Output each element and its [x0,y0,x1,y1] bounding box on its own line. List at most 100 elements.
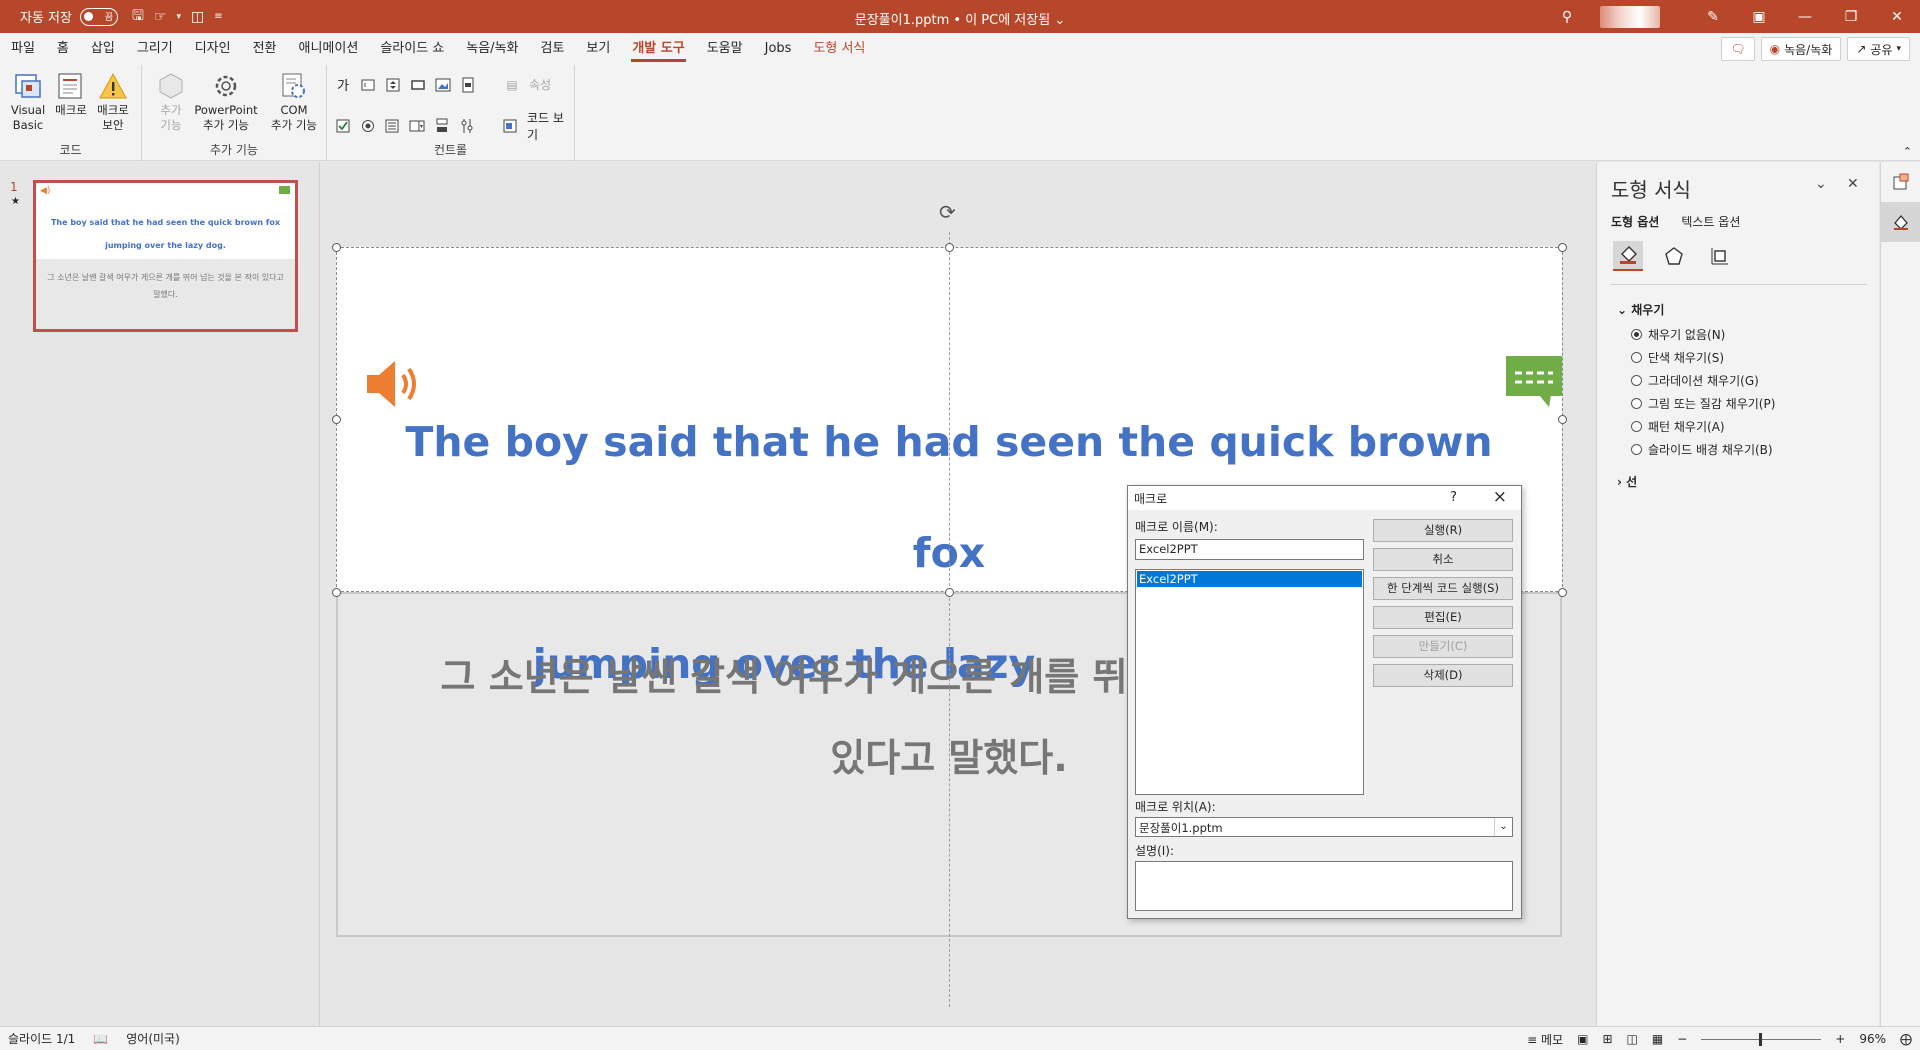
fill-option-slide-background[interactable]: 슬라이드 배경 채우기(B) [1631,441,1773,458]
slide-sorter-icon[interactable]: ⊞ [1602,1032,1612,1046]
scrollbar-control-icon[interactable] [460,77,476,93]
save-icon[interactable]: 🖫 [132,5,144,29]
addins-button[interactable]: 추가 기능 [147,69,195,133]
tab-transitions[interactable]: 전환 [242,33,288,65]
close-icon[interactable]: ✕ [1847,176,1859,192]
reading-view-icon[interactable]: ◫ [1627,1032,1638,1046]
language-indicator[interactable]: 영어(미국) [126,1030,180,1047]
account-avatar[interactable] [1600,5,1660,28]
tab-record[interactable]: 녹음/녹화 [455,33,529,65]
radio-control-icon[interactable] [360,118,376,134]
zoom-out-icon[interactable]: − [1677,1032,1687,1046]
fill-section-header[interactable]: ⌄ 채우기 [1617,301,1664,318]
checkbox-control-icon[interactable] [335,118,351,134]
chevron-down-icon[interactable]: ⌄ [1815,176,1827,192]
button-control-icon[interactable] [410,77,426,93]
autosave-toggle[interactable]: 끔 [79,7,118,26]
restore-icon[interactable]: ❐ [1828,9,1874,25]
resize-handle-bl[interactable] [332,588,341,597]
format-shape-icon[interactable] [1881,202,1920,242]
start-slideshow-icon[interactable]: ◫ [191,9,204,25]
fill-option-gradient[interactable]: 그라데이션 채우기(G) [1631,372,1759,389]
chevron-down-icon[interactable]: ▾ [176,12,181,22]
edit-button[interactable]: 편집(E) [1373,606,1513,629]
design-ideas-icon[interactable] [1881,162,1920,202]
collapse-ribbon-icon[interactable]: ⌃ [1903,145,1912,158]
resize-handle-tl[interactable] [332,243,341,252]
run-button[interactable]: 실행(R) [1373,519,1513,542]
view-code-button[interactable]: 코드 보기 [527,109,574,143]
tab-file[interactable]: 파일 [0,33,46,65]
macro-location-select[interactable]: 문장풀이1.pptm ⌄ [1135,817,1513,837]
tab-shape-format[interactable]: 도형 서식 [802,33,876,65]
macro-list-item[interactable]: Excel2PPT [1137,571,1362,587]
tab-insert[interactable]: 삽입 [80,33,126,65]
search-icon[interactable]: ⚲ [1544,9,1590,25]
zoom-slider[interactable] [1701,1032,1822,1046]
ribbon-display-icon[interactable]: ▣ [1736,9,1782,25]
tab-review[interactable]: 검토 [530,33,576,65]
tab-developer[interactable]: 개발 도구 [621,33,695,65]
create-button[interactable]: 만들기(C) [1373,635,1513,658]
fill-option-pattern[interactable]: 패턴 채우기(A) [1631,418,1725,435]
tab-draw[interactable]: 그리기 [126,33,184,65]
step-into-button[interactable]: 한 단계씩 코드 실행(S) [1373,577,1513,600]
normal-view-icon[interactable]: ▣ [1577,1032,1588,1046]
help-button[interactable]: ? [1450,490,1457,505]
resize-handle-tc[interactable] [945,243,954,252]
combobox-control-icon[interactable] [409,118,425,134]
record-button[interactable]: ◉ 녹음/녹화 [1760,37,1842,61]
zoom-level[interactable]: 96% [1859,1032,1886,1046]
share-button[interactable]: ↗ 공유 ▾ [1847,37,1910,61]
close-icon[interactable]: ✕ [1874,9,1920,25]
label-control-icon[interactable]: 가 [335,77,351,94]
macro-name-input[interactable]: Excel2PPT [1135,539,1364,560]
macro-list[interactable]: Excel2PPT [1135,569,1364,795]
spin-control-icon[interactable] [385,77,401,93]
comments-button[interactable]: 🗨 [1721,37,1755,61]
listbox-control-icon[interactable] [384,118,400,134]
textbox-control-icon[interactable] [360,77,376,93]
size-properties-icon[interactable] [1705,241,1735,271]
minimize-icon[interactable]: — [1782,9,1828,25]
line-section-header[interactable]: › 선 [1617,473,1637,490]
accessibility-icon[interactable]: 📖 [93,1032,108,1046]
fill-line-icon[interactable] [1613,241,1643,271]
image-control-icon[interactable] [435,77,451,93]
zoom-in-icon[interactable]: + [1835,1032,1845,1046]
tab-view[interactable]: 보기 [575,33,621,65]
description-field[interactable] [1135,861,1513,911]
pen-icon[interactable]: ✎ [1690,9,1736,25]
tab-design[interactable]: 디자인 [184,33,242,65]
effects-icon[interactable] [1659,241,1689,271]
properties-button[interactable]: 속성 [529,76,551,93]
tab-text-options[interactable]: 텍스트 옵션 [1681,213,1740,230]
tab-shape-options[interactable]: 도형 옵션 [1611,213,1659,230]
rotate-handle-icon[interactable]: ⟳ [939,200,956,224]
zoom-slider-thumb[interactable] [1759,1032,1763,1046]
toggle-control-icon[interactable] [434,118,450,134]
visual-basic-button[interactable]: Visual Basic [4,69,52,133]
cancel-button[interactable]: 취소 [1373,548,1513,571]
slide-indicator[interactable]: 슬라이드 1/1 [8,1030,75,1047]
fit-slide-icon[interactable]: ⨁ [1900,1032,1912,1046]
customize-qat-icon[interactable]: ≡ [214,11,222,22]
com-addins-button[interactable]: COM 추가 기능 [264,69,324,133]
tab-help[interactable]: 도움말 [696,33,754,65]
close-icon[interactable]: × [1493,487,1507,507]
resize-handle-tr[interactable] [1558,243,1567,252]
slideshow-view-icon[interactable]: ▦ [1652,1032,1663,1046]
fill-option-none[interactable]: 채우기 없음(N) [1631,326,1725,343]
macro-button[interactable]: 매크로 [47,69,95,118]
resize-handle-bc[interactable] [945,588,954,597]
tab-home[interactable]: 홈 [46,33,80,65]
resize-handle-mr[interactable] [1558,415,1567,424]
delete-button[interactable]: 삭제(D) [1373,664,1513,687]
macro-security-button[interactable]: 매크로 보안 [89,69,137,133]
powerpoint-addins-button[interactable]: PowerPoint 추가 기능 [190,69,262,133]
notes-button[interactable]: ≡ 메모 [1527,1031,1563,1048]
more-controls-icon[interactable] [459,118,475,134]
chevron-down-icon[interactable]: ⌄ [1494,818,1512,836]
touch-mode-icon[interactable]: ☞ [154,9,167,25]
tab-slideshow[interactable]: 슬라이드 쇼 [369,33,455,65]
